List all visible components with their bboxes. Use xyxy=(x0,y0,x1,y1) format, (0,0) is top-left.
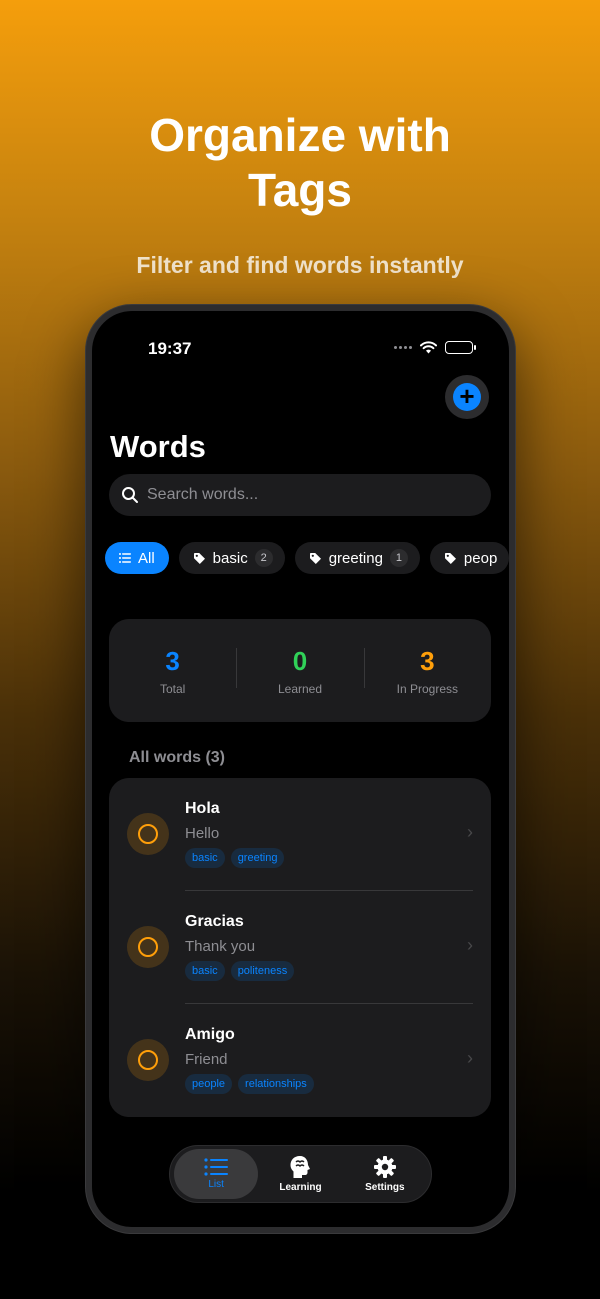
filter-chip-label: All xyxy=(138,549,155,567)
chevron-right-icon: › xyxy=(467,1048,473,1068)
search-bar[interactable] xyxy=(109,474,491,516)
tab-label: Learning xyxy=(279,1182,322,1193)
stat-total: 3 Total xyxy=(109,646,236,696)
stat-learned: 0 Learned xyxy=(236,646,363,696)
tab-bar: List Learning Settings xyxy=(169,1145,432,1203)
word-tag: greeting xyxy=(230,848,285,868)
word-tag: basic xyxy=(185,961,225,981)
plus-icon: + xyxy=(453,383,481,411)
tab-list[interactable]: List xyxy=(174,1149,259,1199)
status-icons xyxy=(394,341,476,354)
section-header: All words (3) xyxy=(129,749,226,766)
page-title: Words xyxy=(110,429,206,464)
promo-headline: Organize with Tags xyxy=(0,108,600,218)
word-tags: basic politeness xyxy=(185,961,295,981)
tab-label: Settings xyxy=(365,1182,405,1193)
list-item[interactable]: Gracias Thank you basic politeness › xyxy=(109,891,491,1004)
filter-chip-label: basic xyxy=(212,549,248,567)
search-input[interactable] xyxy=(147,486,467,504)
signal-dots-icon xyxy=(394,346,412,349)
progress-ring-icon xyxy=(127,813,169,855)
promo-headline-line1: Organize with xyxy=(149,109,451,161)
word-text: Gracias xyxy=(185,913,244,930)
promo-subtitle: Filter and find words instantly xyxy=(136,252,464,278)
tag-filter-bar: All basic 2 greeting 1 peop xyxy=(105,542,509,574)
stat-value: 0 xyxy=(292,645,308,676)
tab-settings[interactable]: Settings xyxy=(343,1149,427,1199)
list-icon xyxy=(119,553,131,563)
stat-in-progress: 3 In Progress xyxy=(363,645,491,696)
chevron-right-icon: › xyxy=(467,935,473,955)
filter-chip-label: peop xyxy=(463,549,498,567)
filter-chip-all[interactable]: All xyxy=(105,542,169,574)
word-text: Hola xyxy=(185,800,220,817)
status-time: 19:37 xyxy=(148,339,192,358)
filter-chip-label: greeting xyxy=(328,549,383,567)
stat-label: Total xyxy=(159,681,186,696)
progress-ring-icon xyxy=(127,926,169,968)
search-icon xyxy=(122,487,138,503)
word-tag: people xyxy=(185,1074,233,1094)
list-icon xyxy=(204,1158,229,1176)
chevron-right-icon: › xyxy=(467,822,473,842)
stats-card: 3 Total 0 Learned 3 In Progress xyxy=(109,619,491,722)
progress-ring-icon xyxy=(127,1039,169,1081)
filter-chip-count: 1 xyxy=(389,549,408,567)
filter-chip-basic[interactable]: basic 2 xyxy=(178,542,285,574)
tag-icon xyxy=(193,552,205,564)
filter-chip-people[interactable]: peop xyxy=(429,542,509,574)
add-word-button[interactable]: + xyxy=(445,375,489,419)
stat-value: 3 xyxy=(165,645,180,676)
list-item[interactable]: Hola Hello basic greeting › xyxy=(109,778,491,891)
word-list: Hola Hello basic greeting › Gracias Than… xyxy=(109,778,491,1117)
word-translation: Hello xyxy=(185,825,220,842)
word-tags: basic greeting xyxy=(185,848,285,868)
list-item[interactable]: Amigo Friend people relationships › xyxy=(109,1004,491,1117)
promo-headline-line2: Tags xyxy=(248,164,352,216)
word-text: Amigo xyxy=(185,1026,235,1043)
wifi-icon xyxy=(420,341,437,354)
word-tags: people relationships xyxy=(185,1074,314,1094)
word-tag: relationships xyxy=(238,1074,314,1094)
word-tag: politeness xyxy=(230,961,295,981)
word-translation: Thank you xyxy=(185,938,256,955)
filter-chip-greeting[interactable]: greeting 1 xyxy=(294,542,420,574)
battery-icon xyxy=(445,341,476,354)
tag-icon xyxy=(444,552,456,564)
stat-value: 3 xyxy=(420,645,435,676)
word-tag: basic xyxy=(185,848,225,868)
tab-learning[interactable]: Learning xyxy=(258,1149,342,1199)
tag-icon xyxy=(309,552,321,564)
app-screen: 19:37 + Words Search words... All basic … xyxy=(92,311,509,1227)
filter-chip-count: 2 xyxy=(254,549,273,567)
stat-label: Learned xyxy=(277,681,323,696)
brain-head-icon xyxy=(290,1156,311,1178)
word-translation: Friend xyxy=(185,1051,228,1068)
gear-icon xyxy=(373,1156,396,1178)
phone-frame: 19:37 + Words Search words... All basic … xyxy=(86,305,515,1233)
tab-label: List xyxy=(208,1179,224,1190)
stat-label: In Progress xyxy=(396,681,458,696)
